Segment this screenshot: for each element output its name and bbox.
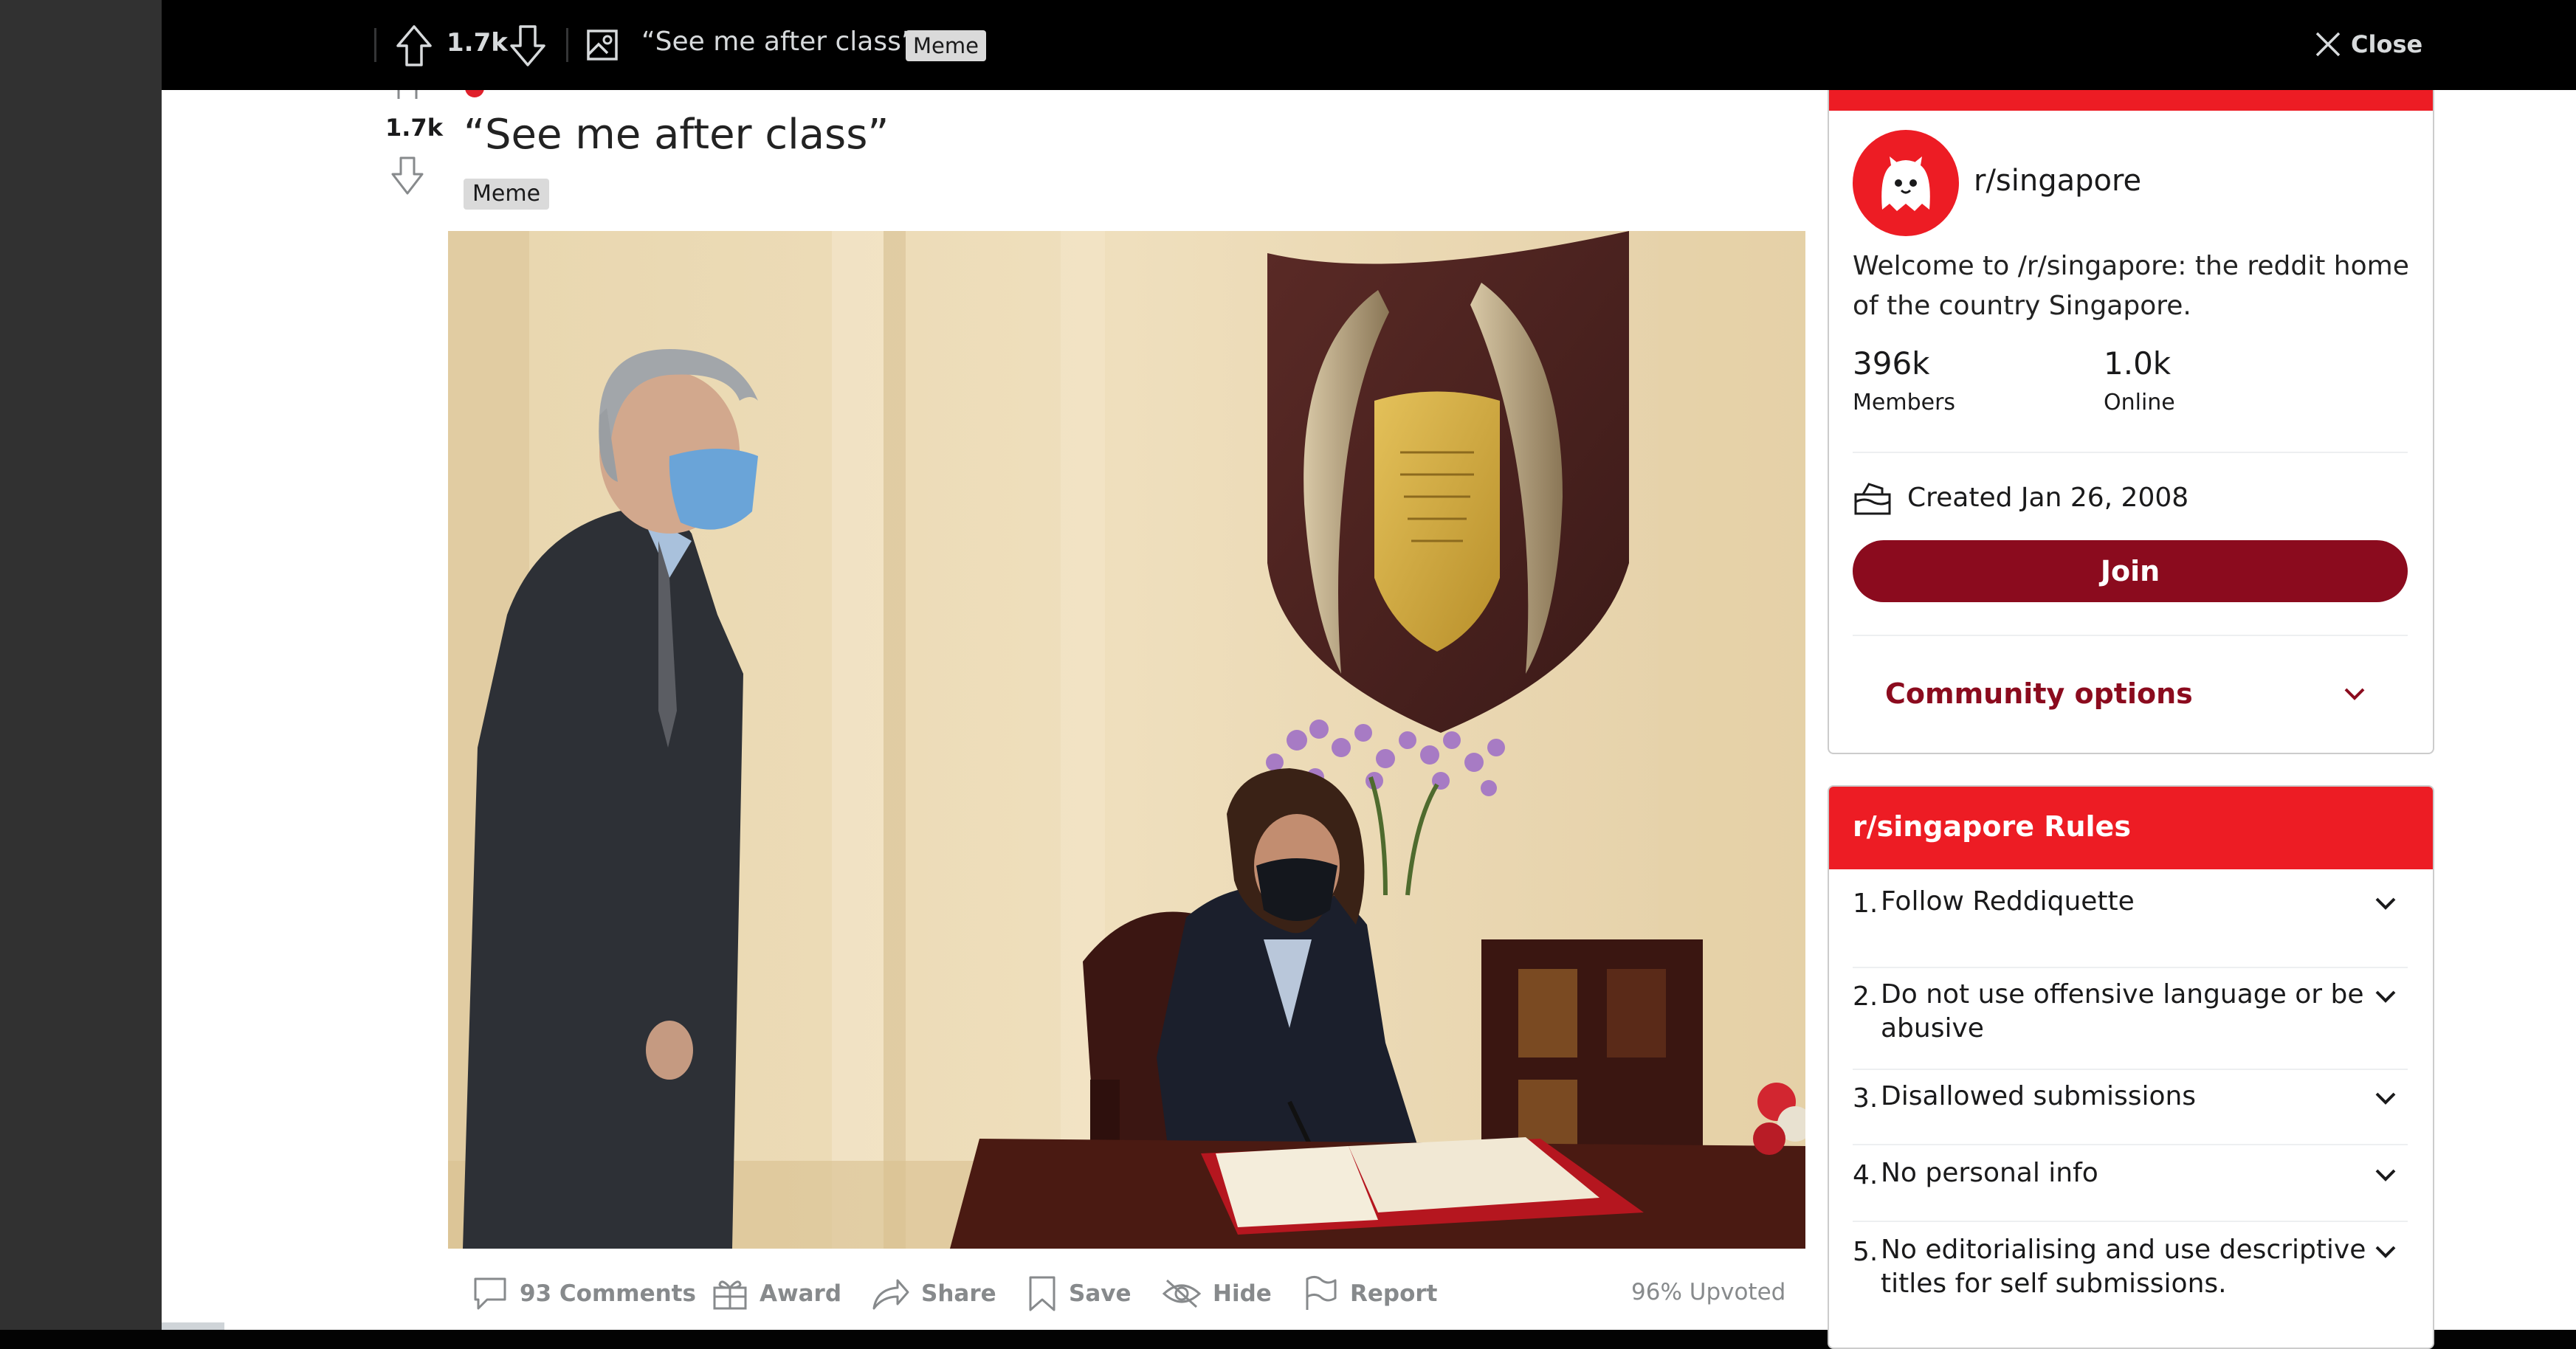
- rule-text: Follow Reddiquette: [1881, 886, 2135, 917]
- flag-icon: [1306, 1275, 1337, 1310]
- upvoted-percentage: 96% Upvoted: [1631, 1279, 1786, 1305]
- rule-number: 1.: [1853, 889, 1878, 919]
- community-description-line1: Welcome to /r/singapore: the reddit home: [1853, 251, 2409, 281]
- community-description-line2: of the country Singapore.: [1853, 291, 2191, 321]
- share-button[interactable]: Share: [869, 1273, 996, 1314]
- divider: [1853, 635, 2408, 636]
- share-icon: [872, 1279, 909, 1310]
- members-label: Members: [1853, 390, 1956, 415]
- rule-item[interactable]: 4. No personal info: [1829, 1158, 2433, 1219]
- post-vote-count: 1.7k: [385, 114, 443, 142]
- hide-button[interactable]: Hide: [1161, 1273, 1272, 1314]
- image-post-icon: [585, 28, 619, 62]
- arrow-down-icon: [510, 25, 545, 66]
- divider: [1853, 967, 2408, 968]
- award-label: Award: [760, 1280, 842, 1307]
- divider: [1853, 1144, 2408, 1145]
- topbar-flair: Meme: [906, 30, 986, 61]
- report-button[interactable]: Report: [1301, 1273, 1438, 1314]
- rule-item[interactable]: 1. Follow Reddiquette: [1829, 886, 2433, 948]
- rule-item[interactable]: 5. No editorialising and use descriptive…: [1829, 1235, 2433, 1311]
- community-avatar[interactable]: [1853, 130, 1959, 236]
- members-count: 396k: [1853, 345, 1930, 382]
- rule-item[interactable]: 3. Disallowed submissions: [1829, 1081, 2433, 1142]
- chevron-down-icon: [2375, 1169, 2396, 1181]
- divider: [1853, 1069, 2408, 1070]
- rule-text: No editorialising and use descriptive: [1881, 1235, 2366, 1265]
- bottom-scroll-strip: [162, 1322, 224, 1330]
- rule-text: No personal info: [1881, 1158, 2098, 1188]
- close-button[interactable]: Close: [2312, 22, 2423, 66]
- arrow-up-icon: [396, 25, 432, 66]
- report-label: Report: [1350, 1280, 1438, 1307]
- hide-label: Hide: [1213, 1280, 1272, 1307]
- join-button[interactable]: Join: [1853, 540, 2408, 602]
- award-button[interactable]: Award: [711, 1273, 841, 1314]
- rules-header: r/singapore Rules: [1829, 787, 2433, 869]
- about-community-card: r/singapore Welcome to /r/singapore: the…: [1828, 74, 2434, 754]
- community-name[interactable]: r/singapore: [1974, 164, 2141, 198]
- divider: [566, 28, 568, 62]
- chevron-down-icon: [2344, 688, 2365, 700]
- rule-text-continued: titles for self submissions.: [1881, 1269, 2227, 1299]
- topbar-post-title: “See me after class”: [641, 27, 915, 57]
- chevron-down-icon: [2375, 1246, 2396, 1258]
- community-options-toggle[interactable]: Community options: [1853, 651, 2408, 732]
- topbar-downvote-button[interactable]: [507, 24, 548, 68]
- rule-text: Do not use offensive language or be: [1881, 979, 2364, 1010]
- divider: [1853, 1221, 2408, 1222]
- rule-text: Disallowed submissions: [1881, 1081, 2197, 1111]
- rule-number: 2.: [1853, 981, 1878, 1012]
- save-button[interactable]: Save: [1026, 1273, 1131, 1314]
- online-count: 1.0k: [2104, 345, 2172, 382]
- rule-number: 4.: [1853, 1160, 1878, 1190]
- bookmark-icon: [1029, 1276, 1055, 1311]
- post-overlay-topbar: 1.7k “See me after class” Meme Close: [162, 0, 2576, 90]
- topbar-upvote-button[interactable]: [393, 24, 435, 68]
- left-gutter: [0, 0, 162, 1330]
- comment-icon: [474, 1277, 506, 1310]
- gift-icon: [713, 1280, 747, 1310]
- cake-icon: [1853, 480, 1893, 517]
- share-label: Share: [921, 1280, 996, 1307]
- community-options-label: Community options: [1885, 677, 2193, 710]
- close-label: Close: [2351, 30, 2423, 58]
- post-flair[interactable]: Meme: [464, 179, 550, 210]
- merlion-mascot-icon: [1881, 156, 1930, 211]
- save-label: Save: [1069, 1280, 1132, 1307]
- rules-title: r/singapore Rules: [1853, 810, 2131, 843]
- hide-eye-icon: [1162, 1279, 1202, 1308]
- close-icon: [2315, 32, 2341, 57]
- divider: [374, 28, 376, 62]
- created-date: Created Jan 26, 2008: [1907, 483, 2189, 513]
- chevron-down-icon: [2375, 1092, 2396, 1105]
- rule-number: 3.: [1853, 1083, 1878, 1114]
- post-image[interactable]: [448, 231, 1805, 1249]
- rule-number: 5.: [1853, 1237, 1878, 1267]
- post-downvote-button[interactable]: [390, 155, 425, 198]
- chevron-down-icon: [2375, 990, 2396, 1003]
- rule-text-continued: abusive: [1881, 1013, 1984, 1043]
- online-label: Online: [2104, 390, 2175, 415]
- divider: [1853, 452, 2408, 453]
- post-title[interactable]: “See me after class”: [464, 111, 889, 159]
- topbar-vote-count: 1.7k: [447, 28, 508, 58]
- comments-label: 93 Comments: [520, 1280, 696, 1307]
- chevron-down-icon: [2375, 897, 2396, 910]
- rule-item[interactable]: 2. Do not use offensive language or be a…: [1829, 979, 2433, 1055]
- rules-card: r/singapore Rules 1. Follow Reddiquette …: [1828, 785, 2434, 1349]
- comments-button[interactable]: 93 Comments: [471, 1273, 696, 1314]
